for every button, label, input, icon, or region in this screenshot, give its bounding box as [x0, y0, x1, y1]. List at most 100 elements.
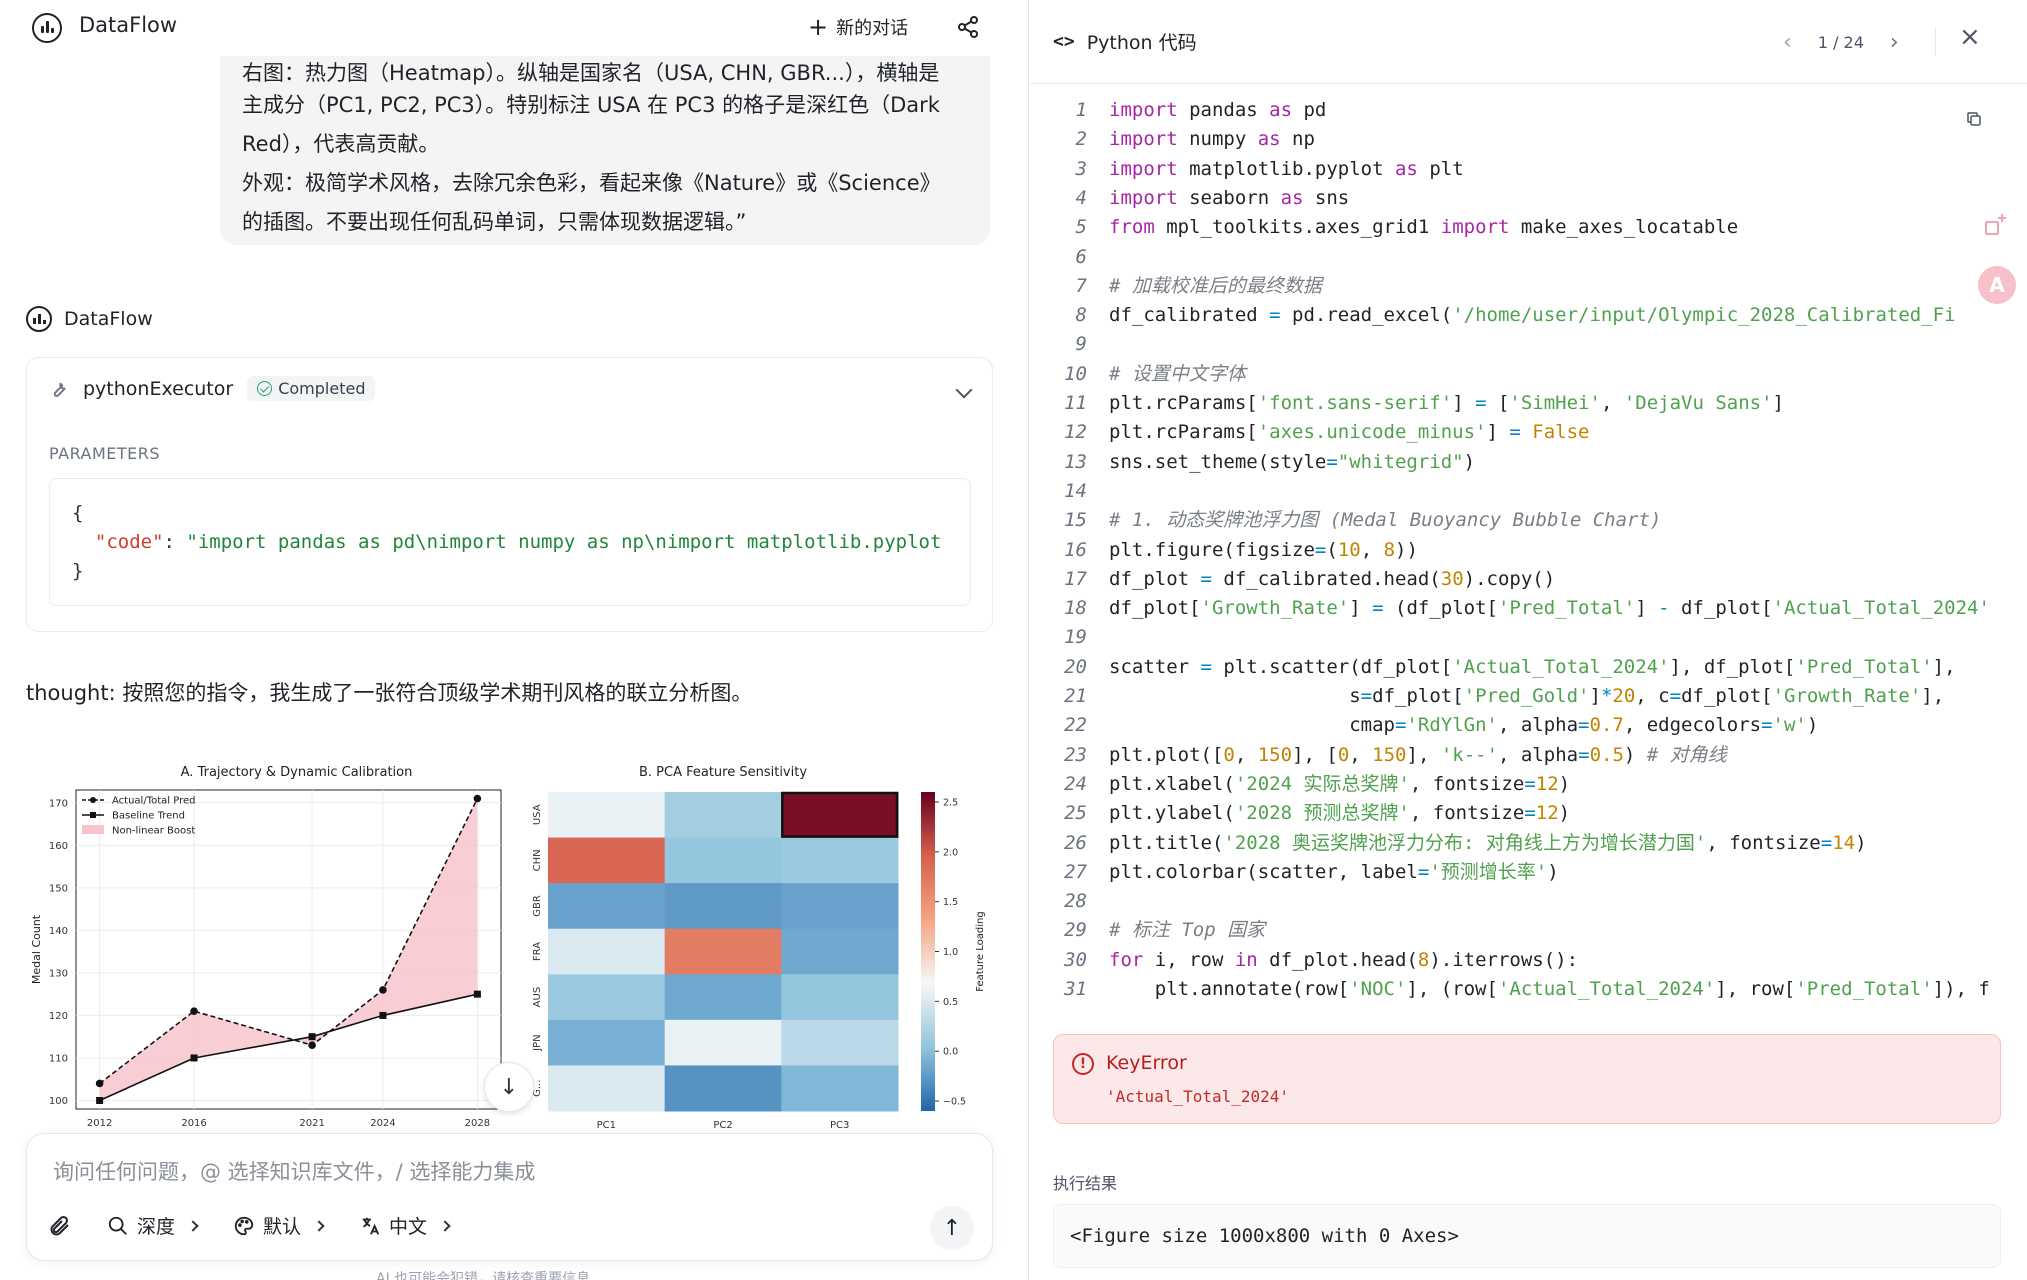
chevron-down-icon[interactable]: [955, 381, 973, 399]
message-input[interactable]: 询问任何问题，@ 选择知识库文件，/ 选择能力集成: [53, 1156, 535, 1186]
heatmap-cell: [781, 974, 899, 1021]
language-selector[interactable]: 中文: [359, 1212, 451, 1239]
y-axis-label: Medal Count: [30, 914, 43, 984]
line-content: plt.rcParams['axes.unicode_minus'] = Fal…: [1109, 421, 1590, 444]
page-indicator: 1 / 24: [1817, 33, 1864, 52]
result-label: 执行结果: [1053, 1174, 1118, 1193]
line-number: 13: [1064, 450, 1087, 473]
scroll-down-button[interactable]: ↓: [484, 1062, 534, 1112]
y-tick-label: 170: [49, 798, 68, 809]
check-circle-icon: [257, 381, 273, 396]
assistant-header: DataFlow: [26, 306, 153, 332]
colorbar-tick-label: 1.5: [943, 897, 958, 908]
y-tick-label: 100: [49, 1096, 68, 1107]
heatmap-cell: [781, 883, 899, 930]
chevron-left-icon[interactable]: ‹: [1783, 30, 1792, 55]
heatmap-cell: [664, 792, 782, 839]
x-tick-label: 2021: [299, 1118, 324, 1129]
heatmap-cell: [781, 1065, 899, 1112]
copy-icon[interactable]: [1965, 110, 1983, 128]
result-output: <Figure size 1000x800 with 0 Axes>: [1053, 1204, 2001, 1268]
x-tick-label: 2016: [181, 1118, 206, 1129]
y-tick-label: 140: [49, 926, 68, 937]
style-selector[interactable]: 默认: [233, 1212, 325, 1239]
share-icon[interactable]: [956, 15, 980, 39]
heatmap-row-label: FRA: [532, 942, 543, 961]
translate-assistant-icon[interactable]: A: [1978, 266, 2016, 304]
arrow-down-icon: ↓: [499, 1074, 519, 1100]
line-number: 23: [1064, 743, 1087, 766]
actual-pred-point: [379, 986, 387, 994]
depth-selector[interactable]: 深度: [107, 1212, 199, 1239]
line-number: 24: [1064, 772, 1087, 795]
heatmap-cell: [548, 928, 666, 975]
pager: ‹ 1 / 24 ›: [1783, 30, 1899, 55]
code-viewer[interactable]: 1 import pandas as pd 2 import numpy as np 3…: [1029, 96, 2027, 1008]
baseline-point: [96, 1096, 104, 1104]
tool-call-card: pythonExecutor Completed PARAMETERS { "c…: [26, 357, 993, 632]
style-label: 默认: [263, 1216, 302, 1238]
arrow-up-icon: ↑: [942, 1215, 962, 1241]
heatmap-row-label: USA: [532, 804, 543, 825]
code-brackets-icon: <>: [1053, 31, 1075, 52]
heatmap-cell: [548, 792, 666, 839]
close-icon[interactable]: ×: [1959, 22, 1981, 52]
actual-pred-point: [308, 1041, 316, 1049]
colorbar: [921, 792, 935, 1111]
legend-marker-baseline: [90, 812, 96, 818]
heatmap-cell: [781, 1019, 899, 1066]
heatmap-cell: [781, 792, 899, 839]
line-content: scatter = plt.scatter(df_plot['Actual_To…: [1109, 655, 1956, 678]
line-number: 8: [1075, 304, 1087, 327]
screenshot-tool-icon[interactable]: [1982, 210, 2012, 240]
baseline-point: [308, 1033, 316, 1041]
line-number: 31: [1064, 978, 1087, 1000]
line-number: 20: [1064, 655, 1087, 678]
line-number: 2: [1075, 128, 1087, 151]
paperclip-icon[interactable]: [47, 1214, 71, 1238]
line-number: 30: [1064, 948, 1087, 971]
palette-icon: [234, 1216, 254, 1235]
line-content: # 设置中文字体: [1109, 362, 1246, 385]
composer: 询问任何问题，@ 选择知识库文件，/ 选择能力集成 深度 默认 中文 ↑: [26, 1133, 993, 1261]
chevron-right-icon[interactable]: ›: [1890, 30, 1899, 55]
send-button[interactable]: ↑: [930, 1206, 974, 1250]
line-content: import seaborn as sns: [1109, 186, 1350, 209]
plus-icon: +: [808, 13, 829, 41]
error-box: ! KeyError 'Actual_Total_2024': [1053, 1034, 2001, 1124]
line-content: cmap='RdYlGn', alpha=0.7, edgecolors='w'…: [1109, 714, 1819, 737]
line-content: plt.plot([0, 150], [0, 150], 'k--', alph…: [1109, 743, 1727, 766]
error-title: KeyError: [1106, 1052, 1187, 1074]
line-content: plt.xlabel('2024 实际总奖牌', fontsize=12): [1109, 772, 1571, 795]
top-bar: DataFlow + 新的对话: [0, 0, 1025, 56]
line-content: from mpl_toolkits.axes_grid1 import make…: [1109, 216, 1739, 239]
x-tick-label: 2028: [465, 1118, 490, 1129]
y-tick-label: 150: [49, 883, 68, 894]
heatmap-cell: [664, 883, 782, 930]
line-number: 5: [1075, 216, 1087, 239]
tool-call-header[interactable]: pythonExecutor Completed: [47, 376, 376, 401]
composer-tools: 深度 默认 中文: [47, 1212, 451, 1239]
colorbar-tick-label: 2.0: [943, 847, 958, 858]
code-panel: <> Python 代码 ‹ 1 / 24 › × 1 import pandas…: [1028, 0, 2027, 1280]
alert-icon: !: [1072, 1053, 1094, 1075]
heatmap-cell: [548, 1019, 666, 1066]
heatmap-cell: [548, 1065, 666, 1112]
line-number: 19: [1064, 626, 1087, 649]
line-number: 25: [1064, 802, 1087, 825]
heatmap-col-label: PC2: [713, 1120, 732, 1131]
colorbar-tick-label: 1.0: [943, 947, 958, 958]
chevron-right-icon: [187, 1219, 199, 1232]
new-chat-button[interactable]: + 新的对话: [808, 14, 908, 40]
chevron-right-icon: [439, 1219, 451, 1232]
y-tick-label: 110: [49, 1053, 68, 1064]
heatmap-row-label: CHN: [532, 849, 543, 871]
line-number: 7: [1075, 274, 1087, 297]
legend-label-baseline: Baseline Trend: [112, 811, 185, 822]
close-brace: }: [72, 560, 84, 582]
actual-pred-point: [473, 794, 482, 803]
line-content: plt.rcParams['font.sans-serif'] = ['SimH…: [1109, 392, 1784, 414]
baseline-point: [190, 1054, 198, 1062]
heatmap-cell: [664, 928, 782, 975]
heatmap-col-label: PC1: [597, 1120, 616, 1131]
